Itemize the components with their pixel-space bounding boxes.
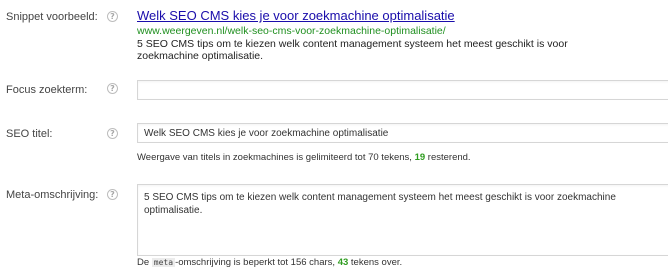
seo-title-input[interactable] — [137, 123, 668, 143]
seo-title-label: SEO titel: — [6, 128, 53, 140]
meta-description-hint-suffix: tekens over. — [348, 257, 403, 268]
meta-code-tag: meta — [151, 258, 176, 267]
snippet-description: 5 SEO CMS tips om te kiezen welk content… — [137, 38, 568, 62]
seo-title-hint-text: Weergave van titels in zoekmachines is g… — [137, 152, 415, 163]
meta-description-hint: De meta -omschrijving is beperkt tot 156 … — [137, 257, 402, 268]
seo-title-hint-suffix: resterend. — [425, 152, 471, 163]
focus-keyword-input[interactable] — [137, 80, 668, 100]
meta-description-hint-prefix: De — [137, 257, 152, 268]
seo-title-remaining-count: 19 — [414, 152, 426, 163]
meta-description-label: Meta-omschrijving: — [6, 189, 99, 201]
focus-keyword-label: Focus zoekterm: — [6, 84, 88, 96]
snippet-title-link[interactable]: Welk SEO CMS kies je voor zoekmachine op… — [137, 8, 455, 23]
seo-title-hint: Weergave van titels in zoekmachines is g… — [137, 152, 471, 163]
snippet-url: www.weergeven.nl/welk-seo-cms-voor-zoekm… — [137, 25, 446, 37]
meta-description-remaining-count: 43 — [337, 257, 349, 268]
snippet-label: Snippet voorbeeld: — [6, 11, 98, 23]
meta-description-hint-text: -omschrijving is beperkt tot 156 chars, — [175, 257, 338, 268]
snippet-help-icon[interactable]: ? — [107, 11, 118, 22]
meta-description-textarea[interactable]: 5 SEO CMS tips om te kiezen welk content… — [137, 184, 668, 256]
seo-title-help-icon[interactable]: ? — [107, 128, 118, 139]
focus-keyword-help-icon[interactable]: ? — [107, 83, 118, 94]
meta-description-help-icon[interactable]: ? — [107, 189, 118, 200]
